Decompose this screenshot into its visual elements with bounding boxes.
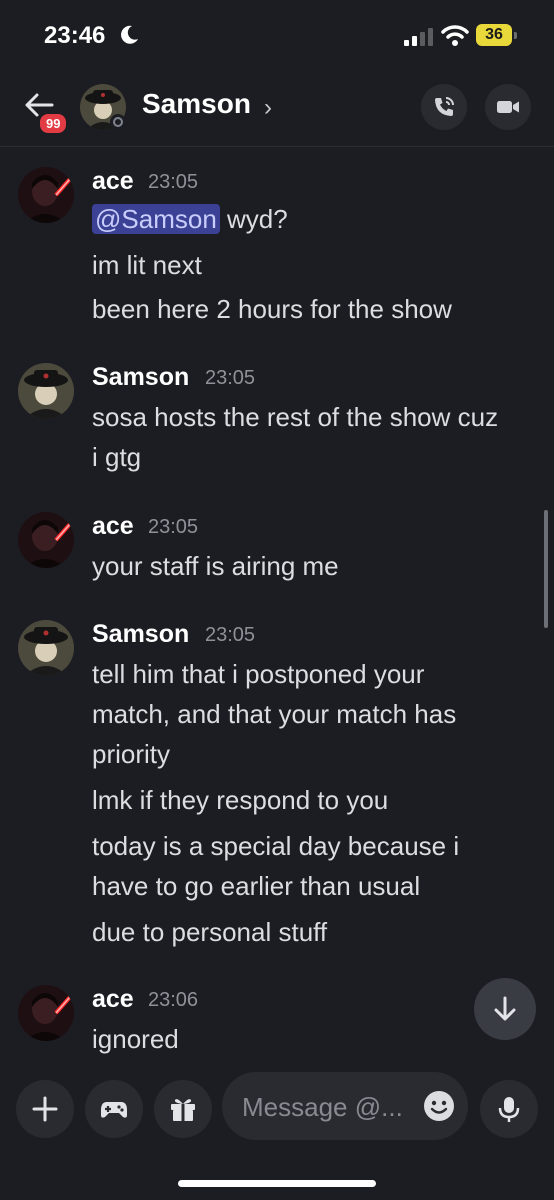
message-line: @Samson wyd? (92, 199, 542, 239)
avatar[interactable] (18, 363, 74, 419)
wifi-icon (441, 25, 469, 46)
jump-to-present-button[interactable] (474, 978, 536, 1040)
video-call-button[interactable] (485, 84, 531, 130)
offline-status-icon (110, 114, 126, 130)
message-timestamp: 23:05 (148, 516, 199, 538)
samson-avatar-image (18, 620, 74, 676)
notification-badge: 99 (38, 112, 69, 135)
message-line: your staff is airing me (92, 551, 339, 581)
message-line: lmk if they respond to you (92, 785, 389, 815)
status-time: 23:46 (44, 22, 106, 49)
message-timestamp: 23:05 (205, 624, 256, 646)
avatar[interactable] (18, 620, 74, 676)
gift-icon (171, 1099, 195, 1121)
message-timestamp: 23:05 (148, 171, 199, 193)
avatar[interactable] (18, 985, 74, 1041)
message-line: priority (92, 739, 171, 769)
voice-call-button[interactable] (421, 84, 467, 130)
message-line: ignored (92, 1024, 179, 1054)
attach-button[interactable] (16, 1080, 74, 1138)
page-title[interactable]: Samson (142, 88, 251, 120)
gamepad-icon (101, 1102, 127, 1118)
message-author[interactable]: Samson (92, 620, 189, 649)
phone-call-icon (435, 97, 454, 116)
status-bar: 23:46 36 (0, 0, 554, 72)
chat-header: 99 Samson › (0, 72, 554, 147)
message-line: today is a special day because i (92, 831, 460, 861)
message-line: tell him that i postponed your (92, 659, 425, 689)
message-text: wyd? (227, 204, 288, 234)
message-author[interactable]: ace (92, 167, 134, 196)
samson-avatar-image (18, 363, 74, 419)
message-line: have to go earlier than usual (92, 871, 421, 901)
message-line: im lit next (92, 250, 202, 280)
home-indicator[interactable] (178, 1180, 376, 1187)
scrollbar[interactable] (544, 510, 548, 628)
microphone-icon (498, 1097, 520, 1122)
voice-message-button[interactable] (480, 1080, 538, 1138)
message-list[interactable]: ace 23:05 @Samson wyd? im lit next been … (0, 147, 554, 1057)
ace-avatar-image (18, 985, 74, 1041)
gift-button[interactable] (154, 1080, 212, 1138)
battery-icon: 36 (476, 24, 518, 48)
avatar[interactable] (18, 167, 74, 223)
video-camera-icon (497, 101, 519, 113)
arrow-down-icon (494, 996, 516, 1021)
plus-icon (32, 1096, 58, 1122)
message-line: match, and that your match has (92, 699, 457, 729)
message-line: sosa hosts the rest of the show cuz (92, 402, 499, 432)
battery-level: 36 (485, 26, 503, 43)
message-author[interactable]: ace (92, 985, 134, 1014)
activities-button[interactable] (85, 1080, 143, 1138)
ace-avatar-image (18, 512, 74, 568)
user-mention[interactable]: @Samson (92, 204, 220, 234)
message-author[interactable]: Samson (92, 363, 189, 392)
chevron-right-icon[interactable]: › (264, 94, 272, 122)
avatar[interactable] (18, 512, 74, 568)
dm-screen: 23:46 36 99 Samson › ace 23:05 @Samson w… (0, 0, 554, 1200)
message-timestamp: 23:05 (205, 367, 256, 389)
message-composer: Message @... (0, 1058, 554, 1200)
message-line: due to personal stuff (92, 917, 328, 947)
message-line: i gtg (92, 442, 142, 472)
message-line: been here 2 hours for the show (92, 294, 452, 324)
message-input[interactable]: Message @... (222, 1072, 468, 1140)
message-timestamp: 23:06 (148, 989, 199, 1011)
message-input-placeholder: Message @... (242, 1092, 403, 1122)
ace-avatar-image (18, 167, 74, 223)
cellular-signal-icon (404, 28, 433, 46)
smiley-icon[interactable] (422, 1089, 456, 1123)
message-author[interactable]: ace (92, 512, 134, 541)
moon-icon (121, 25, 138, 44)
